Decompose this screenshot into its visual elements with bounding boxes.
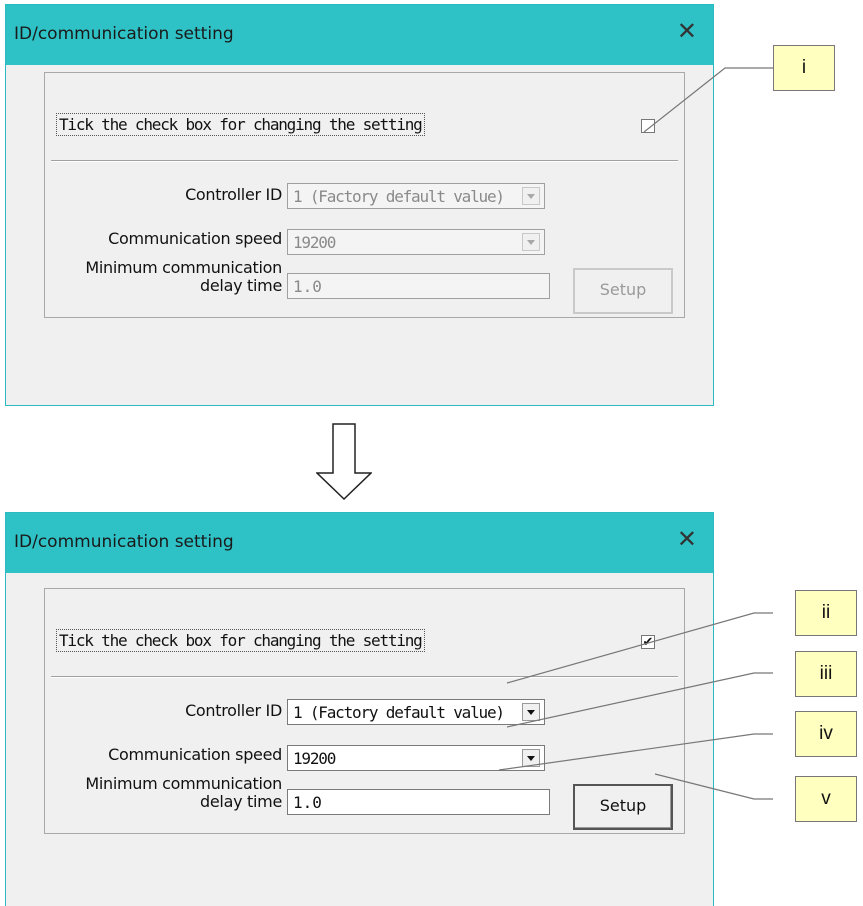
controller-id-value: 1 (Factory default value) [293,703,505,722]
delay-label-line2: delay time [200,792,282,811]
chevron-down-icon[interactable] [522,233,540,251]
delay-label: Minimum communication delay time [85,259,282,295]
checkbox-label: Tick the check box for changing the sett… [56,629,425,652]
dialog-before: ID/communication setting ✕ Tick the chec… [5,4,714,406]
callout-iv: iv [795,711,857,757]
checkbox-label: Tick the check box for changing the sett… [56,113,425,136]
callout-i: i [773,45,835,91]
controller-id-label: Controller ID [185,185,282,204]
chevron-down-icon[interactable] [522,703,540,721]
delay-time-input[interactable]: 1.0 [287,789,550,815]
title-bar: ID/communication setting ✕ [6,513,713,573]
delay-label-line1: Minimum communication [85,258,282,277]
settings-group: Tick the check box for changing the sett… [44,72,685,318]
controller-id-combobox[interactable]: 1 (Factory default value) [287,699,545,725]
delay-label: Minimum communication delay time [85,775,282,811]
down-arrow-icon [316,423,372,500]
close-icon[interactable]: ✕ [677,17,697,45]
settings-group: Tick the check box for changing the sett… [44,588,685,834]
close-icon[interactable]: ✕ [677,525,697,553]
setup-button[interactable]: Setup [573,784,673,830]
callout-ii: ii [795,590,857,636]
chevron-down-icon[interactable] [522,187,540,205]
comm-speed-combobox[interactable]: 19200 [287,229,545,255]
controller-id-combobox[interactable]: 1 (Factory default value) [287,183,545,209]
separator [51,676,678,678]
separator [51,160,678,162]
comm-speed-label: Communication speed [108,229,282,248]
delay-time-value: 1.0 [293,793,322,812]
window-title: ID/communication setting [14,24,234,44]
comm-speed-combobox[interactable]: 19200 [287,745,545,771]
controller-id-label: Controller ID [185,701,282,720]
chevron-down-icon[interactable] [522,749,540,767]
comm-speed-value: 19200 [293,233,336,252]
comm-speed-label: Communication speed [108,745,282,764]
change-setting-checkbox[interactable] [641,119,655,133]
window-title: ID/communication setting [14,532,234,552]
comm-speed-value: 19200 [293,749,336,768]
callout-v: v [795,776,857,822]
delay-time-input[interactable]: 1.0 [287,273,550,299]
delay-time-value: 1.0 [293,277,322,296]
change-setting-checkbox[interactable]: ✔ [641,635,655,649]
title-bar: ID/communication setting ✕ [6,5,713,65]
setup-button[interactable]: Setup [573,268,673,314]
dialog-after: ID/communication setting ✕ Tick the chec… [5,512,714,906]
delay-label-line1: Minimum communication [85,774,282,793]
delay-label-line2: delay time [200,276,282,295]
controller-id-value: 1 (Factory default value) [293,187,505,206]
callout-iii: iii [795,651,857,697]
